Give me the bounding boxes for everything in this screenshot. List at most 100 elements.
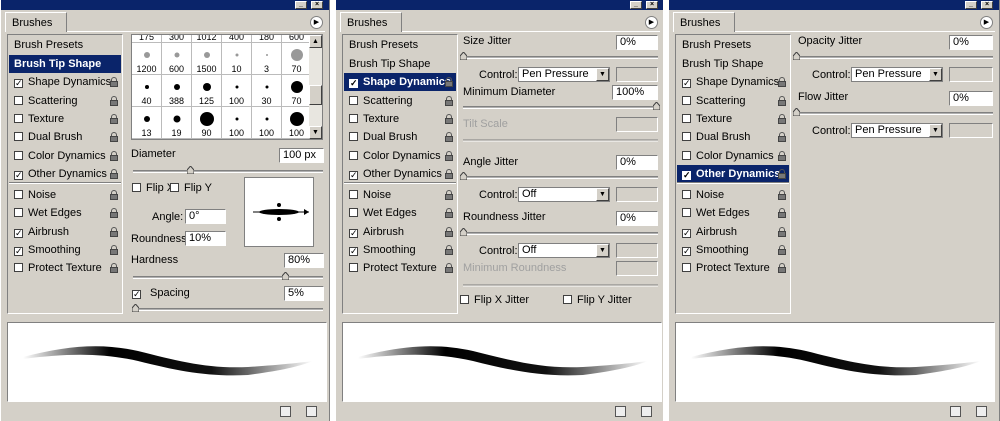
minimize-button[interactable]: _: [965, 1, 977, 9]
roundness-control-select[interactable]: Off ▼: [518, 243, 610, 258]
close-button[interactable]: ×: [646, 1, 658, 9]
brush-tip-cell[interactable]: 600: [282, 35, 312, 43]
list-item-other-dynamics[interactable]: ✓ Other Dynamics: [677, 164, 789, 183]
panel-menu-icon[interactable]: ▶: [645, 16, 658, 29]
slider-thumb[interactable]: [460, 228, 467, 236]
checkbox-checked-icon[interactable]: ✓: [682, 247, 691, 256]
flip-x-checkbox[interactable]: Flip X: [132, 182, 174, 194]
list-item-other-dynamics[interactable]: ✓ Other Dynamics: [9, 165, 121, 183]
brush-tip-cell[interactable]: 388: [162, 75, 192, 107]
list-item-airbrush[interactable]: ✓ Airbrush: [9, 223, 121, 241]
opacity-jitter-field[interactable]: 0%: [949, 35, 993, 50]
checkbox-icon[interactable]: [682, 113, 691, 123]
brush-tip-cell[interactable]: 90: [192, 107, 222, 139]
lock-icon[interactable]: [778, 150, 786, 161]
list-item-dual-brush[interactable]: Dual Brush: [344, 128, 456, 146]
list-item-brush-tip-shape[interactable]: Brush Tip Shape: [677, 55, 789, 73]
brush-tip-cell[interactable]: 70: [282, 43, 312, 75]
slider-thumb[interactable]: [187, 166, 194, 174]
checkbox-icon[interactable]: [682, 95, 691, 105]
brush-tip-cell[interactable]: 600: [162, 43, 192, 75]
list-item-dual-brush[interactable]: Dual Brush: [677, 128, 789, 146]
list-item-dual-brush[interactable]: Dual Brush: [9, 128, 121, 146]
slider-thumb[interactable]: [282, 272, 289, 280]
slider-thumb[interactable]: [793, 108, 800, 116]
lock-icon[interactable]: [778, 263, 786, 274]
new-preset-icon[interactable]: [615, 406, 626, 417]
brush-tip-cell[interactable]: 10: [222, 43, 252, 75]
panel-menu-icon[interactable]: ▶: [310, 16, 323, 29]
trash-icon[interactable]: [976, 406, 987, 417]
list-item-shape-dynamics[interactable]: ✓ Shape Dynamics: [344, 73, 456, 92]
list-item-wet-edges[interactable]: Wet Edges: [677, 204, 789, 222]
diameter-slider[interactable]: [133, 166, 323, 174]
flow-jitter-slider[interactable]: [793, 108, 993, 116]
roundness-jitter-slider[interactable]: [460, 228, 658, 236]
checkbox-icon[interactable]: [682, 190, 691, 200]
scroll-up-icon[interactable]: ▲: [309, 35, 322, 48]
list-item-wet-edges[interactable]: Wet Edges: [9, 204, 121, 222]
checkbox-checked-icon[interactable]: ✓: [349, 228, 358, 238]
list-item-noise[interactable]: Noise: [677, 186, 789, 204]
brush-tip-cell[interactable]: 19: [162, 107, 192, 139]
checkbox-icon[interactable]: [682, 263, 691, 273]
slider-thumb[interactable]: [131, 304, 139, 312]
list-item-brush-presets[interactable]: Brush Presets: [9, 36, 121, 54]
slider-thumb[interactable]: [460, 172, 467, 180]
minimize-button[interactable]: _: [295, 1, 307, 9]
lock-icon[interactable]: [778, 245, 786, 255]
min-diameter-slider[interactable]: [463, 102, 660, 110]
lock-icon[interactable]: [445, 150, 453, 161]
checkbox-checked-icon[interactable]: ✓: [14, 228, 23, 238]
brush-tip-cell[interactable]: 13: [132, 107, 162, 139]
list-item-shape-dynamics[interactable]: ✓ Shape Dynamics: [677, 73, 789, 91]
lock-icon[interactable]: [110, 226, 118, 237]
list-item-brush-tip-shape[interactable]: Brush Tip Shape: [344, 55, 456, 73]
spacing-checkbox[interactable]: ✓ Spacing: [132, 287, 190, 299]
lock-icon[interactable]: [110, 263, 118, 274]
brush-tip-cell[interactable]: 3: [252, 43, 282, 75]
list-item-brush-presets[interactable]: Brush Presets: [677, 36, 789, 54]
checkbox-icon[interactable]: [14, 190, 23, 200]
lock-icon[interactable]: [778, 168, 786, 179]
brush-tip-cell[interactable]: 100: [252, 107, 282, 139]
lock-icon[interactable]: [778, 77, 786, 88]
diameter-field[interactable]: 100 px: [279, 148, 324, 163]
flow-control-select[interactable]: Pen Pressure ▼: [851, 123, 943, 138]
list-item-texture[interactable]: Texture: [344, 110, 456, 128]
checkbox-icon[interactable]: [349, 132, 358, 142]
lock-icon[interactable]: [110, 132, 118, 143]
trash-icon[interactable]: [641, 406, 652, 417]
roundness-jitter-field[interactable]: 0%: [616, 211, 658, 226]
brush-tip-cell[interactable]: 70: [282, 75, 312, 107]
spacing-field[interactable]: 5%: [284, 286, 324, 301]
checkbox-icon[interactable]: [682, 150, 691, 160]
brush-tip-grid[interactable]: 175 300 1012 400 180 600 1200 600 1500 10 3 70 40 388…: [131, 34, 323, 140]
tab-brushes[interactable]: Brushes: [5, 12, 67, 32]
hardness-slider[interactable]: [133, 272, 323, 280]
lock-icon[interactable]: [445, 208, 453, 219]
lock-icon[interactable]: [445, 132, 453, 143]
slider-thumb[interactable]: [460, 52, 467, 60]
brush-tip-cell[interactable]: 125: [192, 75, 222, 107]
size-jitter-slider[interactable]: [460, 52, 658, 60]
list-item-texture[interactable]: Texture: [9, 110, 121, 128]
close-button[interactable]: ×: [311, 1, 323, 9]
flip-x-jitter-checkbox[interactable]: Flip X Jitter: [460, 294, 529, 306]
list-item-airbrush[interactable]: ✓ Airbrush: [677, 223, 789, 241]
list-item-noise[interactable]: Noise: [344, 186, 456, 204]
flip-y-checkbox[interactable]: Flip Y: [170, 182, 212, 194]
checkbox-checked-icon[interactable]: ✓: [14, 79, 23, 89]
roundness-field[interactable]: 10%: [185, 231, 226, 246]
brush-tip-cell[interactable]: 1500: [192, 43, 222, 75]
close-button[interactable]: ×: [981, 1, 993, 9]
list-item-noise[interactable]: Noise: [9, 186, 121, 204]
checkbox-icon[interactable]: [682, 208, 691, 218]
slider-thumb[interactable]: [653, 102, 660, 110]
flow-jitter-field[interactable]: 0%: [949, 91, 993, 106]
list-item-texture[interactable]: Texture: [677, 110, 789, 128]
flip-y-jitter-checkbox[interactable]: Flip Y Jitter: [563, 294, 632, 306]
lock-icon[interactable]: [778, 113, 786, 124]
brush-tip-cell[interactable]: 100: [222, 75, 252, 107]
opacity-jitter-slider[interactable]: [793, 52, 993, 60]
